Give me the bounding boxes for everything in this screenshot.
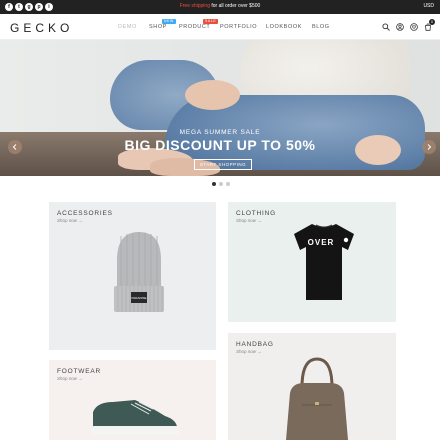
category-title: CLOTHING	[236, 210, 276, 217]
chevron-left-icon	[12, 144, 17, 150]
shop-now-link[interactable]: Shop now →	[57, 376, 83, 381]
category-title: ACCESSORIES	[57, 210, 113, 217]
slider-next-button[interactable]	[422, 140, 436, 154]
nav-item-label: SHOP	[149, 24, 167, 30]
main-nav: DEMO SHOP NEW PRODUCT SALE PORTFOLIO LOO…	[118, 19, 338, 32]
sale-badge: SALE	[203, 19, 219, 24]
tshirt-print-text: OVER	[308, 238, 335, 247]
heart-icon[interactable]	[410, 23, 418, 31]
beanie-image: PARADISE	[114, 232, 164, 312]
category-tile-footwear[interactable]: FOOTWEAR Shop now →	[49, 360, 216, 440]
header-icons: 0	[382, 19, 435, 31]
beanie-label: PARADISE	[132, 296, 147, 300]
nav-item-lookbook[interactable]: LOOKBOOK	[266, 24, 302, 30]
sneaker-image	[91, 400, 179, 435]
category-title: FOOTWEAR	[57, 368, 101, 375]
cart-button[interactable]: 0	[424, 19, 435, 31]
top-bar: f t g p i Free shipping for all order ov…	[0, 0, 440, 14]
hero-hand-image	[185, 80, 240, 110]
nav-item-portfolio[interactable]: PORTFOLIO	[220, 24, 257, 30]
currency-selector[interactable]: USD	[423, 3, 434, 9]
slider-dot[interactable]	[212, 182, 216, 186]
search-icon[interactable]	[382, 23, 390, 31]
nav-item-product[interactable]: PRODUCT SALE	[179, 19, 219, 30]
category-tile-accessories[interactable]: ACCESSORIES Shop now → PARADISE	[49, 202, 216, 350]
slider-prev-button[interactable]	[8, 140, 22, 154]
hero-title: BIG DISCOUNT UP TO 50%	[124, 137, 316, 153]
site-logo[interactable]: GECKO	[10, 21, 73, 35]
slider-pagination	[212, 182, 230, 186]
promo-text: for all order over $500	[209, 3, 261, 9]
hero-slider: MEGA SUMMER SALE BIG DISCOUNT UP TO 50% …	[0, 40, 440, 176]
cart-count-badge: 0	[429, 19, 435, 25]
nav-item-shop[interactable]: SHOP NEW	[149, 19, 176, 30]
tshirt-image: OVER	[294, 224, 354, 300]
category-tile-clothing[interactable]: CLOTHING Shop now → OVER	[228, 202, 396, 322]
category-title: HANDBAG	[236, 341, 274, 348]
shop-now-link[interactable]: Shop now →	[236, 218, 262, 223]
nav-item-blog[interactable]: BLOG	[312, 24, 330, 30]
chevron-right-icon	[427, 144, 432, 150]
site-header: GECKO DEMO SHOP NEW PRODUCT SALE PORTFOL…	[0, 14, 440, 40]
hero-subtitle: MEGA SUMMER SALE	[179, 129, 261, 136]
shop-now-link[interactable]: Shop now →	[57, 218, 83, 223]
nav-item-label: PRODUCT	[179, 24, 211, 30]
slider-dot[interactable]	[226, 182, 230, 186]
shop-now-link[interactable]: Shop now →	[236, 349, 262, 354]
user-icon[interactable]	[396, 23, 404, 31]
slider-dot[interactable]	[219, 182, 223, 186]
start-shopping-button[interactable]: START SHOPPING	[194, 159, 252, 170]
nav-item-demo[interactable]: DEMO	[118, 24, 137, 30]
category-tile-handbag[interactable]: HANDBAG Shop now →	[228, 333, 396, 440]
new-badge: NEW	[162, 19, 176, 24]
promo-highlight: Free shipping	[179, 3, 210, 9]
promo-message: Free shipping for all order over $500	[0, 3, 440, 9]
handbag-image	[286, 357, 348, 440]
